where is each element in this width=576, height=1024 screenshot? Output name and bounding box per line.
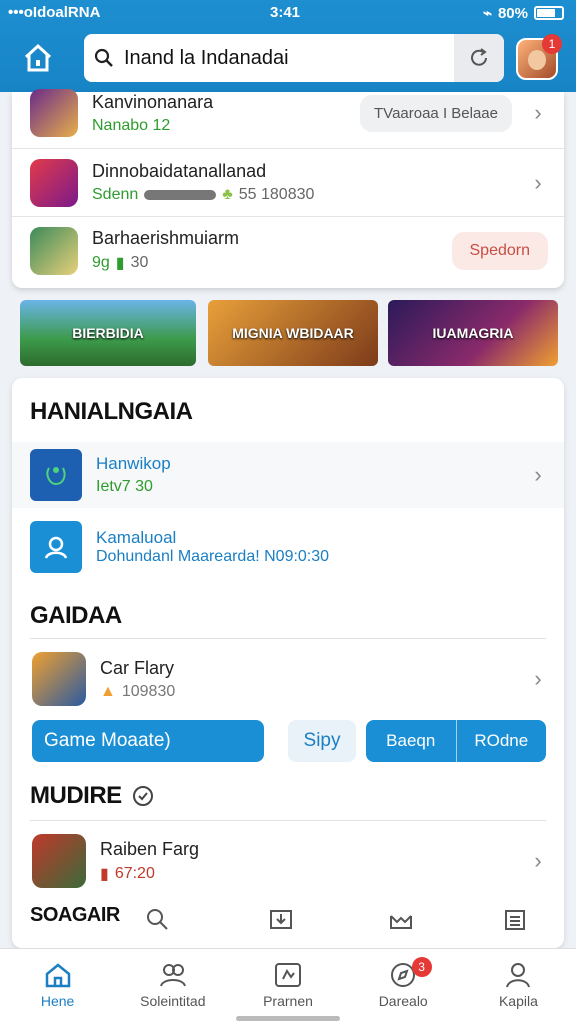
- item-title: Kanvinonanara: [92, 91, 214, 112]
- users-icon: [159, 964, 186, 987]
- wifi-icon: ⌁: [482, 5, 492, 22]
- item-subtitle: 9g: [92, 254, 110, 271]
- list-item[interactable]: Hanwikop Ietv7 30 ›: [12, 442, 564, 508]
- app-icon: [32, 834, 86, 888]
- item-title: Dinnobaidatanallanad: [92, 161, 267, 181]
- list-item[interactable]: Car Flary ▲ 109830 ›: [12, 646, 564, 712]
- promo-banner[interactable]: MIGNIA WBIDAAR: [208, 300, 378, 366]
- app-header: •••oIdoalRNA 3:41 ⌁ 80% Inand la Indanad…: [0, 0, 576, 92]
- battery-icon: [534, 6, 564, 20]
- item-subtitle: 109830: [121, 682, 176, 700]
- game-mode-button[interactable]: Game Moaate): [32, 720, 264, 762]
- nav-label: Soleintitad: [140, 993, 206, 1009]
- item-subtitle: 67:20: [114, 864, 155, 882]
- profile-icon: [506, 963, 531, 988]
- chevron-right-icon: ›: [534, 848, 542, 873]
- item-meta: 55 180830: [238, 186, 315, 203]
- clock: 3:41: [270, 4, 301, 21]
- search-bar[interactable]: Inand la Indanadai: [84, 34, 504, 82]
- main-card: HANIALNGAIA Hanwikop Ietv7 30 › Kamaluoa…: [12, 378, 564, 948]
- inbox-icon[interactable]: [388, 906, 414, 932]
- tag-icon: ▮: [100, 865, 109, 883]
- action-pill[interactable]: Spedorn: [451, 231, 548, 270]
- chevron-right-icon: ›: [534, 100, 542, 125]
- item-subtitle: Sdenn: [92, 186, 139, 203]
- status-bar: •••oIdoalRNA 3:41 ⌁ 80%: [0, 4, 576, 24]
- nav-discover[interactable]: 3 Darealo: [346, 949, 461, 1024]
- item-title: Car Flary: [100, 657, 175, 678]
- item-subtitle: Nanabo 12: [92, 116, 171, 134]
- home-icon: [24, 43, 52, 72]
- app-icon: [30, 226, 78, 275]
- list-item[interactable]: Raiben Farg ▮ 67:20 ›: [12, 828, 564, 894]
- refresh-icon: [471, 48, 487, 66]
- chevron-right-icon: ›: [534, 169, 542, 195]
- nav-label: Darealo: [378, 993, 428, 1009]
- home-icon: [45, 963, 70, 988]
- chevron-right-icon: ›: [534, 666, 542, 691]
- segment-done[interactable]: ROdne: [455, 720, 547, 762]
- notification-badge: 3: [411, 957, 432, 977]
- search-input[interactable]: Inand la Indanadai: [124, 47, 454, 70]
- segmented-control: Baeqn ROdne: [366, 720, 546, 762]
- battery-percent: 80%: [497, 4, 528, 22]
- action-pill[interactable]: TVaaroaa I Belaae: [360, 94, 512, 132]
- nav-label: Kapila: [498, 993, 538, 1009]
- list-item[interactable]: Dinnobaidatanallanad Sdenn ♣ 55 180830 ›: [12, 148, 564, 216]
- home-indicator[interactable]: [236, 1016, 340, 1021]
- nav-home[interactable]: Hene: [0, 949, 115, 1024]
- thumb-icon: ▲: [100, 682, 116, 700]
- item-title: Barhaerishmuiarm: [92, 228, 240, 248]
- item-meta: 30: [130, 254, 149, 271]
- home-button[interactable]: [20, 42, 56, 74]
- download-icon[interactable]: [268, 906, 294, 932]
- item-subtitle: Ietv7 30: [96, 478, 153, 495]
- media-icon: [275, 963, 301, 987]
- app-icon: [30, 158, 78, 207]
- section-title: GAIDAA: [30, 602, 122, 629]
- search-icon: [84, 48, 124, 68]
- item-title: Hanwikop: [96, 454, 171, 473]
- leaf-icon: ♣: [222, 186, 233, 203]
- clipboard-icon[interactable]: [502, 906, 528, 932]
- nav-label: Prarnen: [263, 993, 313, 1009]
- section-title: SOAGAIR: [30, 904, 120, 926]
- user-avatar[interactable]: 1: [516, 34, 562, 80]
- progress-bar: [144, 190, 217, 200]
- section-title: HANIALNGAIA: [30, 398, 193, 425]
- refresh-button[interactable]: [454, 34, 504, 82]
- app-icon: [30, 89, 78, 137]
- promo-banner[interactable]: IUAMAGRIA: [388, 300, 558, 366]
- nav-label: Hene: [40, 993, 75, 1009]
- app-icon: [32, 652, 86, 706]
- recent-apps-card: Kanvinonanara Nanabo 12 TVaaroaa I Belaa…: [12, 89, 564, 288]
- copy-button[interactable]: Sipy: [288, 720, 356, 762]
- section-title: MUDIRE: [30, 782, 122, 809]
- promo-banner[interactable]: BIERBIDIA: [20, 300, 196, 366]
- chevron-right-icon: ›: [534, 462, 542, 487]
- list-item[interactable]: Barhaerishmuiarm 9g ▮ 30 Spedorn: [12, 216, 564, 284]
- app-icon: [30, 449, 82, 501]
- nav-premium[interactable]: Prarnen: [230, 949, 345, 1024]
- segment-begin[interactable]: Baeqn: [366, 720, 456, 762]
- nav-social[interactable]: Soleintitad: [115, 949, 230, 1024]
- nav-profile[interactable]: Kapila: [461, 949, 576, 1024]
- item-subtitle: Dohundanl Maarearda! N09:0:30: [96, 548, 330, 565]
- carrier-label: •••oIdoalRNA: [8, 4, 101, 21]
- notification-badge: 1: [542, 34, 562, 54]
- list-item[interactable]: Kanvinonanara Nanabo 12 TVaaroaa I Belaa…: [12, 82, 564, 144]
- app-icon: [30, 521, 82, 573]
- search-icon[interactable]: [144, 906, 170, 932]
- item-title: Raiben Farg: [100, 838, 200, 859]
- clock-icon[interactable]: [132, 785, 154, 807]
- item-title: Kamaluoal: [96, 528, 177, 547]
- lock-icon: ▮: [115, 255, 125, 272]
- list-item[interactable]: Kamaluoal Dohundanl Maarearda! N09:0:30: [12, 514, 564, 580]
- bottom-nav: Hene Soleintitad Prarnen 3 Darealo Kapil…: [0, 948, 576, 1024]
